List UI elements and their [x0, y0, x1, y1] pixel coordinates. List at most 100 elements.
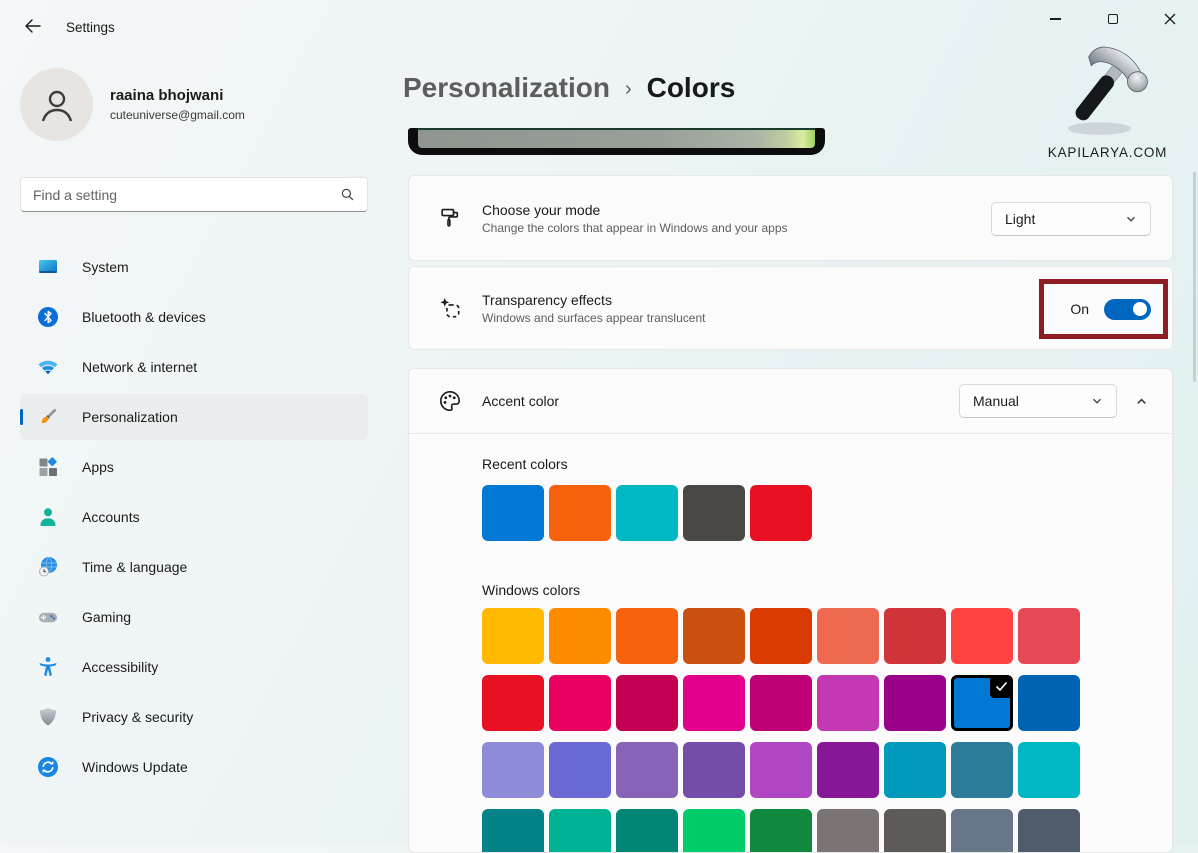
color-swatch[interactable]	[683, 675, 745, 731]
color-swatch[interactable]	[884, 608, 946, 664]
color-swatch[interactable]	[1018, 742, 1080, 798]
sidebar-item-accessibility[interactable]: Accessibility	[20, 644, 368, 690]
color-swatch[interactable]	[884, 675, 946, 731]
sidebar-item-label: Network & internet	[82, 359, 197, 375]
back-arrow-icon	[24, 19, 41, 33]
color-swatch[interactable]	[482, 742, 544, 798]
color-swatch[interactable]	[1018, 809, 1080, 853]
color-swatch[interactable]	[482, 608, 544, 664]
sidebar-item-personalization[interactable]: Personalization	[20, 394, 368, 440]
sidebar-item-windows-update[interactable]: Windows Update	[20, 744, 368, 790]
transparency-subtitle: Windows and surfaces appear translucent	[482, 311, 705, 325]
highlight-annotation-box: On	[1039, 279, 1168, 339]
close-button[interactable]	[1141, 0, 1198, 38]
avatar	[20, 68, 93, 141]
color-swatch[interactable]	[549, 742, 611, 798]
accent-mode-value: Manual	[973, 393, 1019, 409]
sidebar-item-label: Accounts	[82, 509, 140, 525]
sidebar-item-accounts[interactable]: Accounts	[20, 494, 368, 540]
color-swatch[interactable]	[549, 809, 611, 853]
accent-mode-dropdown[interactable]: Manual	[959, 384, 1117, 418]
privacy-security-icon	[36, 705, 60, 729]
maximize-icon	[1108, 14, 1118, 24]
color-swatch-selected[interactable]	[951, 675, 1013, 731]
accent-color-row[interactable]: Accent color Manual	[409, 369, 1172, 433]
search-icon	[340, 187, 355, 202]
color-swatch[interactable]	[884, 809, 946, 853]
sidebar-item-network-internet[interactable]: Network & internet	[20, 344, 368, 390]
sidebar: raaina bhojwani cuteuniverse@gmail.com S…	[0, 48, 392, 845]
color-swatch[interactable]	[1018, 608, 1080, 664]
choose-mode-title: Choose your mode	[482, 202, 788, 218]
search-input[interactable]	[33, 187, 340, 203]
collapse-expander-button[interactable]	[1130, 390, 1152, 412]
color-swatch[interactable]	[683, 485, 745, 541]
maximize-button[interactable]	[1084, 0, 1141, 38]
color-swatch[interactable]	[482, 809, 544, 853]
color-swatch[interactable]	[549, 608, 611, 664]
color-swatch[interactable]	[817, 608, 879, 664]
color-swatch[interactable]	[951, 742, 1013, 798]
color-swatch[interactable]	[683, 608, 745, 664]
sidebar-item-label: Gaming	[82, 609, 131, 625]
page-title: Colors	[647, 72, 736, 104]
color-swatch[interactable]	[683, 742, 745, 798]
search-box[interactable]	[20, 177, 368, 212]
paint-roller-icon	[437, 205, 463, 231]
breadcrumb-parent[interactable]: Personalization	[403, 72, 610, 104]
accessibility-icon	[36, 655, 60, 679]
sidebar-item-gaming[interactable]: Gaming	[20, 594, 368, 640]
back-button[interactable]	[16, 14, 48, 38]
recent-colors-block: Recent colors	[482, 456, 1172, 541]
user-profile[interactable]: raaina bhojwani cuteuniverse@gmail.com	[20, 68, 245, 141]
color-swatch[interactable]	[817, 809, 879, 853]
color-swatch[interactable]	[482, 485, 544, 541]
sidebar-item-bluetooth-devices[interactable]: Bluetooth & devices	[20, 294, 368, 340]
color-swatch[interactable]	[750, 809, 812, 853]
color-swatch[interactable]	[884, 742, 946, 798]
color-swatch[interactable]	[549, 485, 611, 541]
color-swatch[interactable]	[616, 485, 678, 541]
mode-dropdown[interactable]: Light	[991, 202, 1151, 236]
color-swatch[interactable]	[482, 675, 544, 731]
sidebar-item-time-language[interactable]: Time & language	[20, 544, 368, 590]
person-icon	[35, 83, 79, 127]
chevron-down-icon	[1091, 395, 1103, 407]
color-swatch[interactable]	[951, 608, 1013, 664]
color-swatch[interactable]	[817, 675, 879, 731]
sidebar-item-label: Time & language	[82, 559, 187, 575]
color-swatch[interactable]	[951, 809, 1013, 853]
transparency-toggle[interactable]	[1104, 299, 1151, 320]
recent-colors-label: Recent colors	[482, 456, 1172, 472]
color-swatch[interactable]	[750, 485, 812, 541]
color-swatch[interactable]	[750, 608, 812, 664]
sidebar-item-privacy-security[interactable]: Privacy & security	[20, 694, 368, 740]
color-swatch[interactable]	[750, 675, 812, 731]
palette-icon	[437, 388, 463, 414]
sidebar-item-apps[interactable]: Apps	[20, 444, 368, 490]
color-swatch[interactable]	[817, 742, 879, 798]
color-swatch[interactable]	[616, 608, 678, 664]
color-swatch[interactable]	[616, 809, 678, 853]
sidebar-item-label: Bluetooth & devices	[82, 309, 206, 325]
color-swatch[interactable]	[750, 742, 812, 798]
title-bar: Settings	[0, 0, 1198, 48]
minimize-icon	[1050, 18, 1061, 19]
breadcrumb-separator-icon: ›	[625, 78, 632, 101]
sidebar-item-label: System	[82, 259, 129, 275]
sidebar-item-system[interactable]: System	[20, 244, 368, 290]
color-swatch[interactable]	[549, 675, 611, 731]
transparency-icon	[437, 295, 463, 321]
sidebar-item-label: Accessibility	[82, 659, 158, 675]
color-swatch[interactable]	[1018, 675, 1080, 731]
color-swatch[interactable]	[683, 809, 745, 853]
minimize-button[interactable]	[1027, 0, 1084, 38]
apps-icon	[36, 455, 60, 479]
color-swatch[interactable]	[616, 742, 678, 798]
color-swatch[interactable]	[616, 675, 678, 731]
windows-colors-label: Windows colors	[482, 582, 1172, 598]
chevron-down-icon	[1125, 213, 1137, 225]
scrollbar[interactable]	[1193, 172, 1196, 382]
selected-check-icon	[990, 675, 1013, 698]
transparency-title: Transparency effects	[482, 292, 705, 308]
